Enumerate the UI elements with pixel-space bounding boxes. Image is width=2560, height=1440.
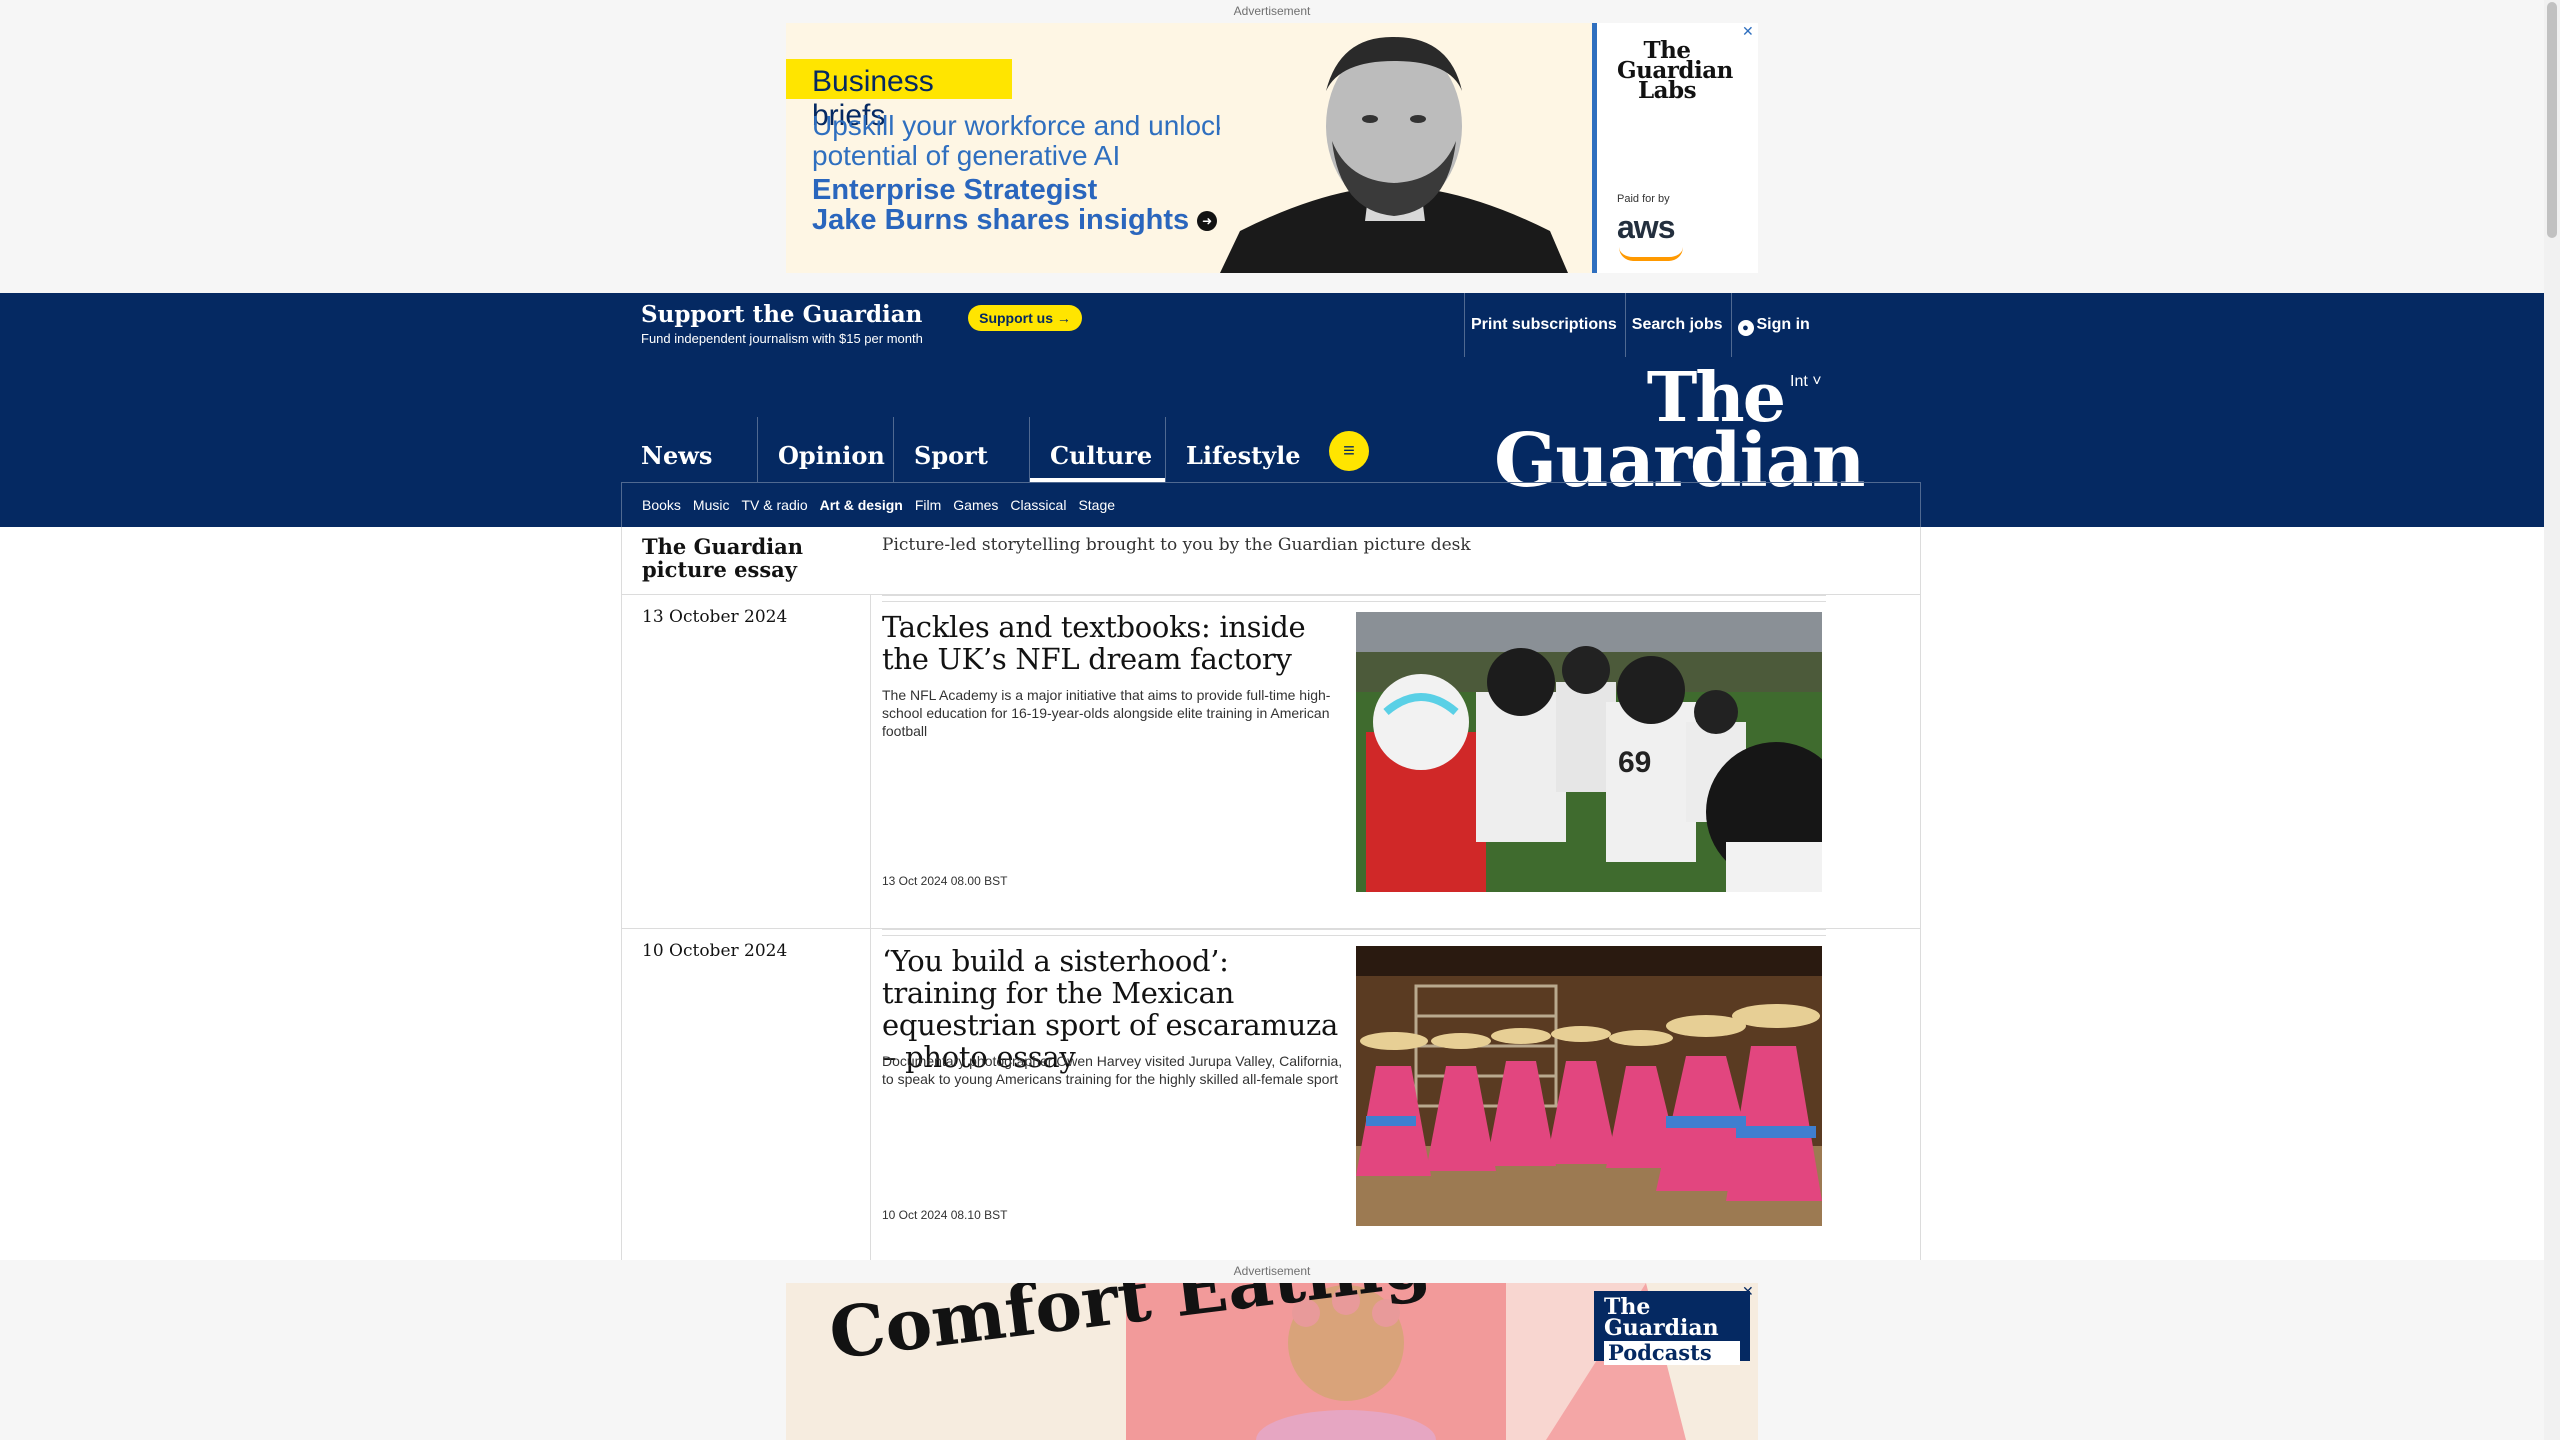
advertisement-label: Advertisement	[1233, 4, 1311, 18]
divider	[870, 929, 871, 1260]
hamburger-icon: ≡	[1343, 440, 1355, 462]
ad-close-icon[interactable]: ✕	[1742, 1283, 1754, 1300]
print-subscriptions-link[interactable]: Print subscriptions	[1464, 293, 1625, 357]
pillar-opinion[interactable]: Opinion	[757, 417, 893, 482]
ad-line-3: Enterprise Strategist	[812, 174, 1098, 206]
subnav-tv-radio[interactable]: TV & radio	[741, 497, 807, 513]
article-timestamp: 10 Oct 2024 08.10 BST	[882, 1208, 1008, 1222]
article-image-football[interactable]: 69	[1356, 612, 1822, 892]
podcast-ad[interactable]: Comfort Eating The Guardian Podcasts ✕	[786, 1283, 1758, 1440]
ad-sponsor-panel: The Guardian Labs Paid for by aws	[1592, 23, 1758, 273]
guardian-logo[interactable]: The Guardian	[1494, 364, 1866, 498]
date-heading: 13 October 2024	[642, 607, 788, 627]
pillar-news[interactable]: News	[621, 417, 757, 482]
subnav-books[interactable]: Books	[642, 497, 681, 513]
support-bar: Support the Guardian Fund independent jo…	[0, 293, 2544, 357]
svg-text:69: 69	[1618, 746, 1651, 779]
divider	[870, 595, 871, 928]
ad-line-4: Jake Burns shares insights ➜	[812, 205, 1218, 235]
article-card[interactable]: Tackles and textbooks: inside the UK’s N…	[882, 601, 1826, 921]
article-standfirst: Documentary photographer Owen Harvey vis…	[882, 1053, 1343, 1088]
ad-tag: Business briefs	[786, 59, 1012, 132]
search-jobs-link[interactable]: Search jobs	[1624, 293, 1731, 357]
divider	[882, 595, 1826, 596]
ad-line-2: potential of generative AI	[812, 140, 1121, 171]
divider	[882, 929, 1826, 930]
series-description: Picture-led storytelling brought to you …	[882, 535, 1471, 555]
subnav-stage[interactable]: Stage	[1078, 497, 1115, 513]
paid-by-label: Paid for by	[1617, 193, 1670, 205]
pillar-lifestyle[interactable]: Lifestyle	[1165, 417, 1301, 482]
support-title: Support the Guardian	[641, 301, 923, 328]
subnav-music[interactable]: Music	[693, 497, 730, 513]
subnav-art-design[interactable]: Art & design	[820, 497, 903, 513]
aws-smile-icon	[1619, 247, 1683, 261]
article-timestamp: 13 Oct 2024 08.00 BST	[882, 874, 1008, 888]
article-image-escaramuza[interactable]	[1356, 946, 1822, 1226]
top-links: Print subscriptions Search jobs ● Sign in	[1464, 293, 1818, 357]
bottom-ad-strip: Advertisement Comfort Eating The Guardia…	[0, 1260, 2544, 1440]
menu-button[interactable]: ≡	[1329, 431, 1369, 471]
site-header: Int ˅ The Guardian News Opinion Sport Cu…	[0, 357, 2544, 527]
advertisement-label: Advertisement	[1233, 1264, 1311, 1278]
top-ad-strip: Advertisement Business briefs Upskill yo…	[0, 0, 2544, 293]
series-title[interactable]: The Guardian picture essay	[642, 535, 858, 581]
ad-line-1: Upskill your workforce and unlock the	[812, 110, 1276, 141]
business-briefs-ad[interactable]: Business briefs Upskill your workforce a…	[786, 23, 1758, 273]
sub-nav: Books Music TV & radio Art & design Film…	[621, 482, 1921, 527]
support-us-button[interactable]: Support us →	[968, 305, 1082, 331]
subnav-classical[interactable]: Classical	[1010, 497, 1066, 513]
user-icon: ●	[1737, 320, 1754, 336]
series-content: The Guardian picture essay Picture-led s…	[621, 527, 1921, 1260]
guardian-labs-logo: The Guardian Labs	[1617, 37, 1733, 104]
series-header: The Guardian picture essay Picture-led s…	[622, 527, 1920, 595]
sign-in-link[interactable]: ● Sign in	[1730, 293, 1818, 357]
guardian-podcasts-logo: The Guardian Podcasts	[1594, 1291, 1750, 1365]
support-subtitle: Fund independent journalism with $15 per…	[641, 331, 923, 346]
date-row: 13 October 2024 Tackles and textbooks: i…	[622, 595, 1920, 929]
pillar-culture[interactable]: Culture	[1029, 417, 1165, 482]
date-heading: 10 October 2024	[642, 941, 788, 961]
ad-close-icon[interactable]: ✕	[1742, 23, 1754, 40]
subnav-games[interactable]: Games	[953, 497, 998, 513]
arrow-right-icon: ➜	[1197, 211, 1218, 232]
article-standfirst: The NFL Academy is a major initiative th…	[882, 687, 1331, 740]
date-row: 10 October 2024 ‘You build a sisterhood’…	[622, 929, 1920, 1260]
pillar-sport[interactable]: Sport	[893, 417, 1029, 482]
scrollbar-thumb[interactable]	[2547, 2, 2557, 238]
pillar-nav: News Opinion Sport Culture Lifestyle	[621, 417, 1301, 482]
ad-portrait-image	[1220, 31, 1568, 273]
article-card[interactable]: ‘You build a sisterhood’: training for t…	[882, 935, 1826, 1255]
scrollbar[interactable]	[2544, 0, 2560, 1440]
subnav-film[interactable]: Film	[915, 497, 941, 513]
article-headline[interactable]: Tackles and textbooks: inside the UK’s N…	[882, 611, 1352, 676]
aws-logo: aws	[1617, 209, 1675, 245]
